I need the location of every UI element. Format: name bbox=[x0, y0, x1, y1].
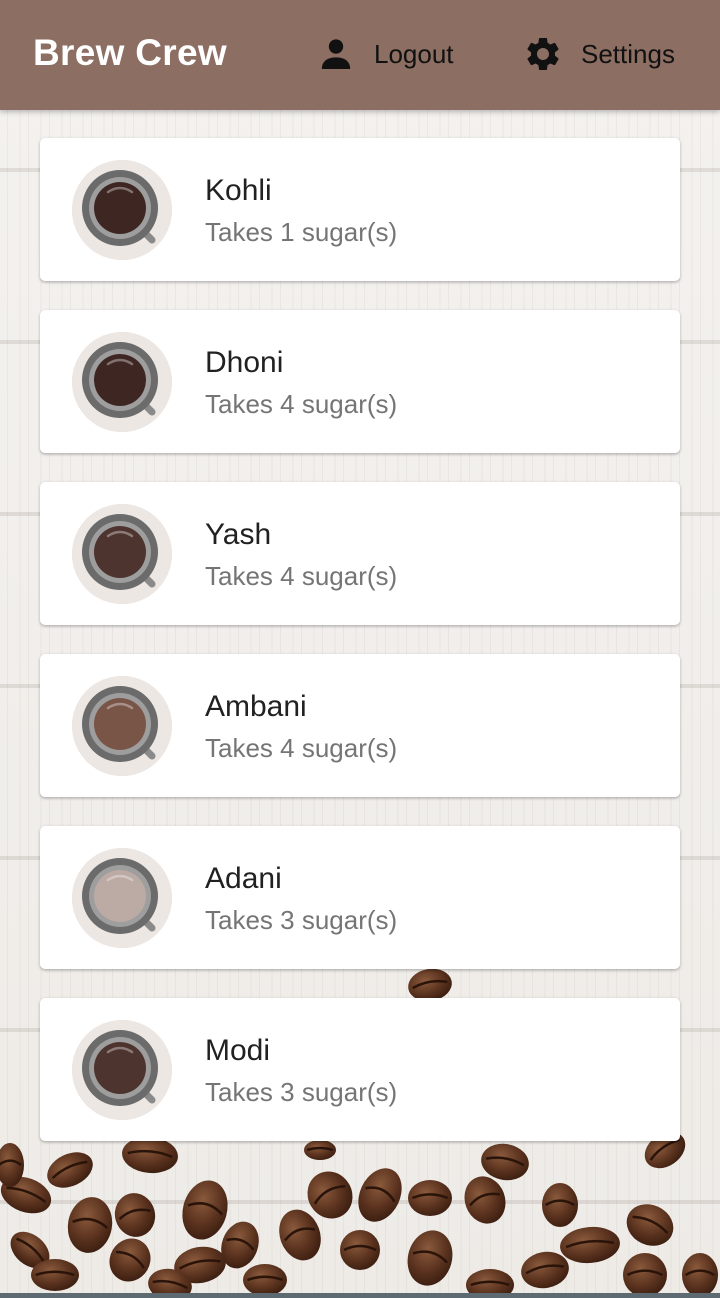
brew-name: Kohli bbox=[205, 174, 272, 207]
gear-icon bbox=[523, 34, 563, 74]
brew-tile-kohli[interactable]: Kohli Takes 1 sugar(s) bbox=[40, 138, 680, 281]
brew-name: Adani bbox=[205, 862, 282, 895]
brew-tile-adani[interactable]: Adani Takes 3 sugar(s) bbox=[40, 826, 680, 969]
system-nav-bar bbox=[0, 1293, 720, 1298]
coffee-cup-icon bbox=[72, 332, 172, 432]
app-bar: Brew Crew Logout Settings bbox=[0, 0, 720, 110]
brew-name: Ambani bbox=[205, 690, 307, 723]
coffee-cup-icon bbox=[72, 676, 172, 776]
brew-sugar-text: Takes 3 sugar(s) bbox=[205, 905, 398, 935]
logout-button[interactable]: Logout bbox=[316, 30, 454, 78]
brew-sugar-text: Takes 4 sugar(s) bbox=[205, 389, 398, 419]
brew-name: Yash bbox=[205, 518, 272, 551]
brew-sugar-text: Takes 3 sugar(s) bbox=[205, 1077, 398, 1107]
settings-button[interactable]: Settings bbox=[523, 30, 675, 78]
coffee-cup-icon bbox=[72, 504, 172, 604]
brew-name: Dhoni bbox=[205, 346, 284, 379]
logout-label: Logout bbox=[374, 38, 454, 69]
brew-list: Kohli Takes 1 sugar(s) Dhoni Takes 4 sugar(… bbox=[40, 138, 680, 1170]
person-icon bbox=[316, 34, 356, 74]
brew-tile-ambani[interactable]: Ambani Takes 4 sugar(s) bbox=[40, 654, 680, 797]
coffee-cup-icon bbox=[72, 848, 172, 948]
app-title: Brew Crew bbox=[33, 32, 227, 73]
coffee-cup-icon bbox=[72, 160, 172, 260]
brew-sugar-text: Takes 4 sugar(s) bbox=[205, 733, 398, 763]
settings-label: Settings bbox=[581, 38, 675, 69]
brew-tile-dhoni[interactable]: Dhoni Takes 4 sugar(s) bbox=[40, 310, 680, 453]
brew-tile-yash[interactable]: Yash Takes 4 sugar(s) bbox=[40, 482, 680, 625]
brew-tile-modi[interactable]: Modi Takes 3 sugar(s) bbox=[40, 998, 680, 1141]
brew-name: Modi bbox=[205, 1034, 271, 1067]
brew-sugar-text: Takes 4 sugar(s) bbox=[205, 561, 398, 591]
brew-sugar-text: Takes 1 sugar(s) bbox=[205, 217, 398, 247]
coffee-cup-icon bbox=[72, 1020, 172, 1120]
